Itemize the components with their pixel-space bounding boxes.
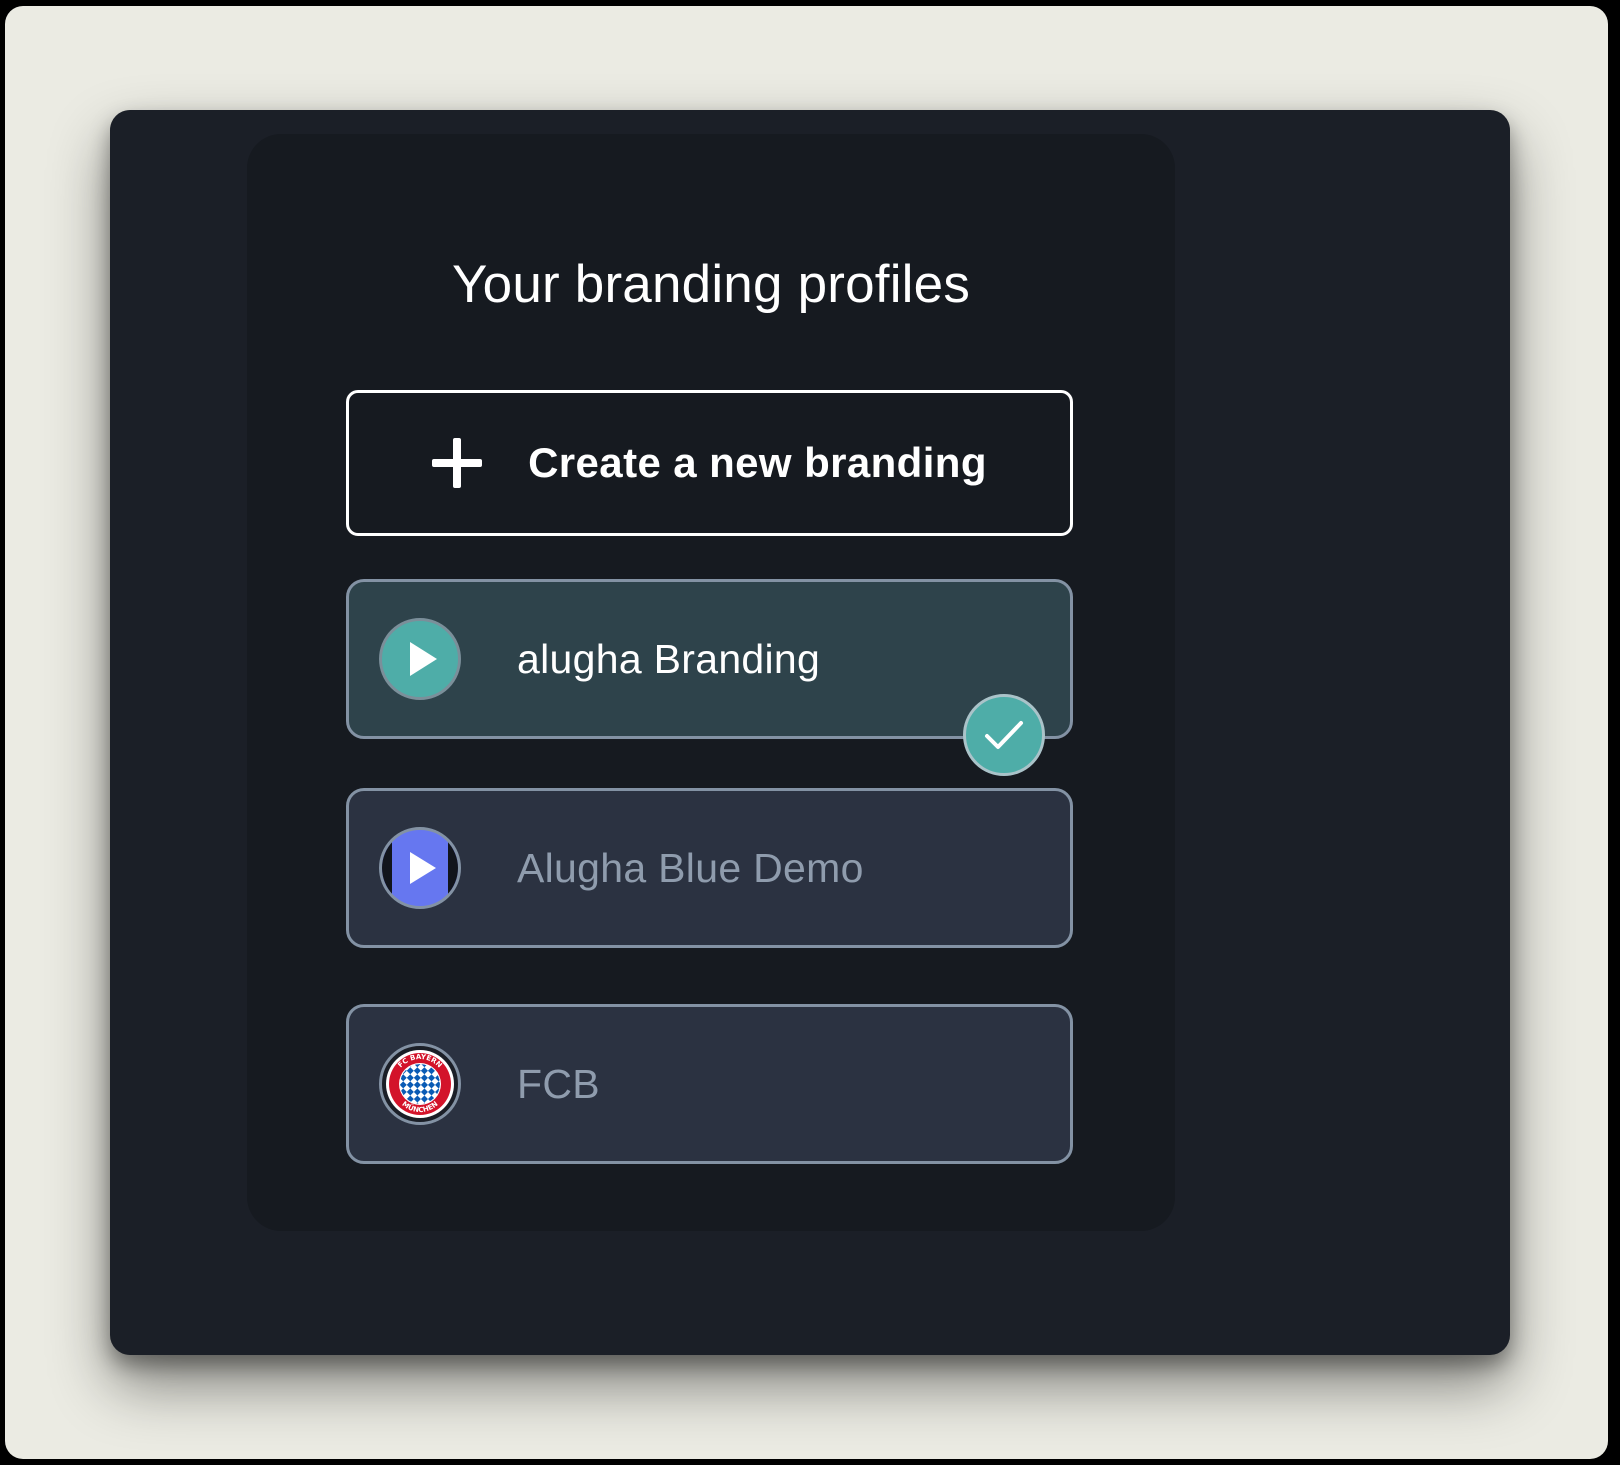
checkmark-icon xyxy=(963,694,1045,776)
profile-card-alugha-branding[interactable]: alugha Branding xyxy=(346,579,1073,776)
create-branding-label: Create a new branding xyxy=(528,439,987,486)
profile-card-fcb[interactable]: FC BAYERN MÜNCHEN FCB xyxy=(346,1004,1073,1164)
profile-name: Alugha Blue Demo xyxy=(517,845,864,891)
page-title: Your branding profiles xyxy=(451,255,971,314)
profile-name: FCB xyxy=(517,1061,600,1107)
play-icon xyxy=(379,827,461,909)
fc-bayern-logo-icon: FC BAYERN MÜNCHEN xyxy=(379,1043,461,1125)
branding-profiles-panel: Your branding profiles Create a new bran… xyxy=(247,134,1175,1231)
plus-icon xyxy=(432,438,483,488)
create-branding-button[interactable]: Create a new branding xyxy=(346,390,1073,536)
profile-card-alugha-blue-demo[interactable]: Alugha Blue Demo xyxy=(346,788,1073,948)
profile-name: alugha Branding xyxy=(517,636,821,682)
page-background: Your branding profiles Create a new bran… xyxy=(5,6,1608,1459)
play-icon xyxy=(379,618,461,700)
app-window: Your branding profiles Create a new bran… xyxy=(110,110,1510,1355)
